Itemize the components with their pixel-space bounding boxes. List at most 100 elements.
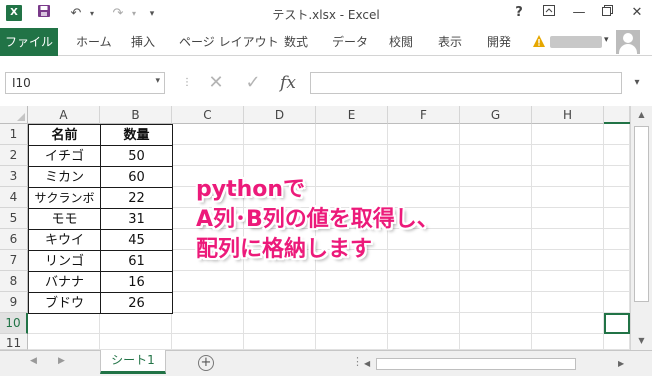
previous-sheet-icon[interactable]: ◀ (30, 356, 37, 366)
tab-review[interactable]: 校閲 (389, 28, 413, 56)
empty-cell[interactable] (604, 334, 630, 350)
row-header-1[interactable]: 1 (0, 124, 28, 145)
empty-cell[interactable] (172, 145, 244, 166)
column-header-c[interactable]: C (172, 106, 244, 124)
scroll-right-icon[interactable]: ▶ (618, 356, 624, 372)
empty-cell[interactable] (316, 292, 388, 313)
row-header-9[interactable]: 9 (0, 292, 28, 313)
account-name-redacted[interactable] (550, 36, 602, 48)
empty-cell[interactable] (316, 313, 388, 334)
empty-cell[interactable] (460, 187, 532, 208)
empty-cell[interactable] (388, 313, 460, 334)
empty-cell[interactable] (100, 313, 172, 334)
row-header-4[interactable]: 4 (0, 187, 28, 208)
tab-formulas[interactable]: 数式 (284, 28, 308, 56)
formula-bar-grip-icon[interactable]: ⋮ (182, 72, 192, 94)
empty-cell[interactable] (532, 334, 604, 350)
empty-cell[interactable] (460, 145, 532, 166)
name-box[interactable]: I10 ▾ (5, 72, 165, 94)
empty-cell[interactable] (532, 271, 604, 292)
empty-cell[interactable] (532, 250, 604, 271)
plus-circle-icon[interactable]: + (198, 355, 214, 371)
empty-cell[interactable] (604, 166, 630, 187)
empty-cell[interactable] (460, 208, 532, 229)
tab-split-handle-icon[interactable]: ⋮ (352, 355, 363, 368)
cancel-icon[interactable]: ✕ (203, 71, 229, 95)
row-header-7[interactable]: 7 (0, 250, 28, 271)
table-row-quantity[interactable]: 26 (100, 292, 173, 314)
table-row-quantity[interactable]: 31 (100, 208, 173, 230)
restore-icon[interactable] (596, 3, 618, 23)
account-dropdown-icon[interactable]: ▾ (604, 35, 609, 45)
empty-cell[interactable] (460, 292, 532, 313)
empty-cell[interactable] (460, 229, 532, 250)
row-header-5[interactable]: 5 (0, 208, 28, 229)
select-all-button[interactable] (0, 106, 28, 124)
avatar[interactable] (616, 30, 640, 54)
empty-cell[interactable] (604, 124, 630, 145)
empty-cell[interactable] (604, 145, 630, 166)
table-row-quantity[interactable]: 60 (100, 166, 173, 188)
empty-cell[interactable] (316, 124, 388, 145)
empty-cell[interactable] (604, 229, 630, 250)
empty-cell[interactable] (100, 334, 172, 350)
empty-cell[interactable] (604, 208, 630, 229)
empty-cell[interactable] (316, 271, 388, 292)
row-header-11[interactable]: 11 (0, 334, 28, 350)
empty-cell[interactable] (388, 334, 460, 350)
insert-function-icon[interactable]: fx (275, 71, 301, 95)
tab-data[interactable]: データ (332, 28, 368, 56)
column-header-f[interactable]: F (388, 106, 460, 124)
table-row-name[interactable]: キウイ (28, 229, 101, 251)
table-row-name[interactable]: サクランボ (28, 187, 101, 209)
empty-cell[interactable] (172, 334, 244, 350)
scroll-up-icon[interactable]: ▲ (631, 106, 652, 124)
empty-cell[interactable] (388, 271, 460, 292)
ribbon-display-options-icon[interactable] (538, 3, 560, 23)
empty-cell[interactable] (460, 166, 532, 187)
empty-cell[interactable] (28, 313, 100, 334)
row-header-8[interactable]: 8 (0, 271, 28, 292)
column-header-b[interactable]: B (100, 106, 172, 124)
horizontal-scroll-thumb[interactable] (376, 358, 576, 370)
empty-cell[interactable] (244, 145, 316, 166)
table-row-quantity[interactable]: 16 (100, 271, 173, 293)
empty-cell[interactable] (316, 334, 388, 350)
row-header-2[interactable]: 2 (0, 145, 28, 166)
empty-cell[interactable] (532, 145, 604, 166)
table-row-name[interactable]: イチゴ (28, 145, 101, 167)
empty-cell[interactable] (532, 229, 604, 250)
expand-formula-bar-icon[interactable]: ▾ (626, 72, 648, 94)
table-row-name[interactable]: バナナ (28, 271, 101, 293)
empty-cell[interactable] (532, 187, 604, 208)
column-header-d[interactable]: D (244, 106, 316, 124)
next-sheet-icon[interactable]: ▶ (58, 356, 65, 366)
tab-home[interactable]: ホーム (76, 28, 112, 56)
empty-cell[interactable] (604, 250, 630, 271)
horizontal-scrollbar[interactable]: ◀ ▶ (364, 356, 630, 372)
empty-cell[interactable] (604, 271, 630, 292)
empty-cell[interactable] (172, 124, 244, 145)
row-header-6[interactable]: 6 (0, 229, 28, 250)
cell-b1[interactable]: 数量 (100, 124, 173, 146)
column-header-e[interactable]: E (316, 106, 388, 124)
empty-cell[interactable] (172, 292, 244, 313)
cell-a1[interactable]: 名前 (28, 124, 101, 146)
empty-cell[interactable] (604, 292, 630, 313)
empty-cell[interactable] (244, 271, 316, 292)
empty-cell[interactable] (172, 271, 244, 292)
empty-cell[interactable] (388, 292, 460, 313)
tab-view[interactable]: 表示 (438, 28, 462, 56)
enter-icon[interactable]: ✓ (240, 71, 266, 95)
table-row-quantity[interactable]: 45 (100, 229, 173, 251)
warning-icon[interactable] (532, 34, 546, 48)
formula-input[interactable] (310, 72, 622, 94)
table-row-quantity[interactable]: 22 (100, 187, 173, 209)
empty-cell[interactable] (604, 187, 630, 208)
empty-cell[interactable] (460, 313, 532, 334)
empty-cell[interactable] (388, 124, 460, 145)
empty-cell[interactable] (244, 334, 316, 350)
column-header-g[interactable]: G (460, 106, 532, 124)
table-row-name[interactable]: ミカン (28, 166, 101, 188)
row-header-10[interactable]: 10 (0, 313, 28, 334)
